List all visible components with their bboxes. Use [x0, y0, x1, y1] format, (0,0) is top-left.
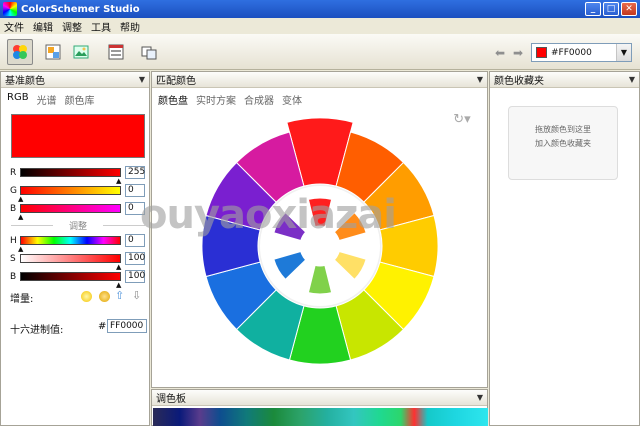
gallery-icon — [108, 44, 124, 60]
up-arrow-icon[interactable]: ⇧ — [115, 289, 124, 302]
h-slider-thumb[interactable]: ▲ — [18, 245, 23, 253]
b-slider[interactable] — [20, 204, 121, 213]
b-value-input[interactable]: 0 — [125, 202, 145, 215]
tab-live-scheme[interactable]: 实时方案 — [196, 92, 236, 107]
left-arrow-icon[interactable]: ⬅ — [495, 46, 505, 60]
g-value-input[interactable]: 0 — [125, 184, 145, 197]
gallery-tool-button[interactable] — [103, 39, 129, 65]
matching-colors-tabs: 颜色盘 实时方案 合成器 变体 — [152, 88, 487, 107]
favorites-pane-title: 颜色收藏夹 — [494, 76, 544, 87]
palette-pane: 调色板 ▼ — [151, 389, 488, 426]
export-icon — [141, 46, 157, 60]
r-slider[interactable] — [20, 168, 121, 177]
h-value-input[interactable]: 0 — [125, 234, 145, 247]
down-arrow-icon[interactable]: ⇩ — [132, 289, 141, 302]
hex-hash: # — [98, 321, 107, 332]
favorites-pane-header: 颜色收藏夹 ▼ — [490, 72, 639, 88]
chevron-down-icon[interactable]: ▼ — [616, 44, 631, 61]
tab-rgb[interactable]: RGB — [7, 92, 29, 106]
close-button[interactable]: ✕ — [621, 2, 637, 16]
brightness-label: B — [10, 272, 17, 282]
menu-file[interactable]: 文件 — [4, 19, 24, 34]
color-wheel[interactable] — [200, 117, 440, 371]
favorites-pane: 颜色收藏夹 ▼ 拖放颜色到这里 加入颜色收藏夹 — [489, 71, 640, 426]
circle-icon[interactable] — [99, 291, 110, 302]
adjust-divider: 调整 — [11, 219, 145, 232]
matching-colors-pane-title: 匹配颜色 — [156, 76, 196, 87]
base-color-swatch — [11, 114, 145, 158]
h-slider[interactable] — [20, 236, 121, 245]
palette-pane-header: 调色板 ▼ — [152, 390, 487, 406]
sun-icon[interactable] — [81, 291, 92, 302]
right-arrow-icon[interactable]: ➡ — [513, 46, 523, 60]
current-color-select[interactable]: #FF0000 ▼ — [531, 43, 632, 62]
menu-tools[interactable]: 工具 — [91, 19, 111, 34]
s-value-input[interactable]: 100 — [125, 252, 145, 265]
favorites-drop-area[interactable]: 拖放颜色到这里 加入颜色收藏夹 — [508, 106, 618, 180]
toolbar: ⬅ ➡ #FF0000 ▼ — [0, 34, 640, 70]
menu-edit[interactable]: 编辑 — [33, 19, 53, 34]
g-label: G — [10, 186, 17, 196]
picker-icon — [45, 44, 61, 60]
base-color-pane-header: 基准颜色 ▼ — [1, 72, 149, 88]
tab-color-wheel[interactable]: 颜色盘 — [158, 92, 188, 107]
window-controls: _ □ ✕ — [585, 2, 637, 16]
b-label: B — [10, 204, 17, 214]
increment-label: 增量: — [10, 294, 34, 305]
color-picker-tool-button[interactable] — [40, 39, 66, 65]
tab-spectrum[interactable]: 光谱 — [37, 92, 57, 107]
menu-help[interactable]: 帮助 — [120, 19, 140, 34]
color-wheel-tool-button[interactable] — [7, 39, 33, 65]
app-icon — [3, 2, 17, 16]
menu-bar: 文件 编辑 调整 工具 帮助 — [0, 18, 640, 34]
s-label: S — [10, 254, 16, 264]
base-color-pane: 基准颜色 ▼ RGB 光谱 颜色库 R ▲ 255 G ▲ 0 B ▲ 0 调整… — [0, 71, 150, 426]
matching-colors-pane: 匹配颜色 ▼ 颜色盘 实时方案 合成器 变体 ↻▾ — [151, 71, 488, 388]
favorites-hint-line2: 加入颜色收藏夹 — [535, 139, 591, 148]
current-color-swatch — [536, 47, 547, 58]
image-tool-button[interactable] — [68, 39, 94, 65]
g-slider-thumb[interactable]: ▲ — [18, 195, 23, 203]
title-bar: ColorSchemer Studio _ □ ✕ — [0, 0, 640, 18]
window-title: ColorSchemer Studio — [21, 3, 140, 15]
color-wheel-icon — [13, 45, 27, 59]
palette-pane-title: 调色板 — [156, 394, 186, 405]
brightness-slider[interactable] — [20, 272, 121, 281]
matching-colors-pane-header: 匹配颜色 ▼ — [152, 72, 487, 88]
favorites-hint-line1: 拖放颜色到这里 — [535, 125, 591, 134]
image-icon — [73, 45, 89, 59]
minimize-button[interactable]: _ — [585, 2, 601, 16]
r-label: R — [10, 168, 17, 178]
s-slider-thumb[interactable]: ▲ — [116, 263, 121, 271]
base-color-tabs: RGB 光谱 颜色库 — [1, 88, 149, 107]
tab-variations[interactable]: 变体 — [282, 92, 302, 107]
tab-mixer[interactable]: 合成器 — [244, 92, 274, 107]
hex-input[interactable]: FF0000 — [107, 319, 147, 333]
s-slider[interactable] — [20, 254, 121, 263]
palette-grid[interactable] — [153, 408, 488, 426]
r-slider-thumb[interactable]: ▲ — [116, 177, 121, 185]
maximize-button[interactable]: □ — [603, 2, 619, 16]
chevron-down-icon[interactable]: ▼ — [477, 75, 483, 84]
current-color-label: #FF0000 — [551, 47, 592, 58]
brightness-value-input[interactable]: 100 — [125, 270, 145, 283]
chevron-down-icon[interactable]: ▼ — [629, 75, 635, 84]
chevron-down-icon[interactable]: ▼ — [139, 75, 145, 84]
r-value-input[interactable]: 255 — [125, 166, 145, 179]
export-tool-button[interactable] — [136, 39, 162, 65]
refresh-icon[interactable]: ↻▾ — [450, 112, 474, 130]
brightness-slider-thumb[interactable]: ▲ — [116, 281, 121, 289]
h-label: H — [10, 236, 17, 246]
tab-library[interactable]: 颜色库 — [65, 92, 95, 107]
base-color-pane-title: 基准颜色 — [5, 76, 45, 87]
hex-label: 十六进制值: — [10, 325, 64, 336]
chevron-down-icon[interactable]: ▼ — [477, 393, 483, 402]
g-slider[interactable] — [20, 186, 121, 195]
menu-adjust[interactable]: 调整 — [62, 19, 82, 34]
